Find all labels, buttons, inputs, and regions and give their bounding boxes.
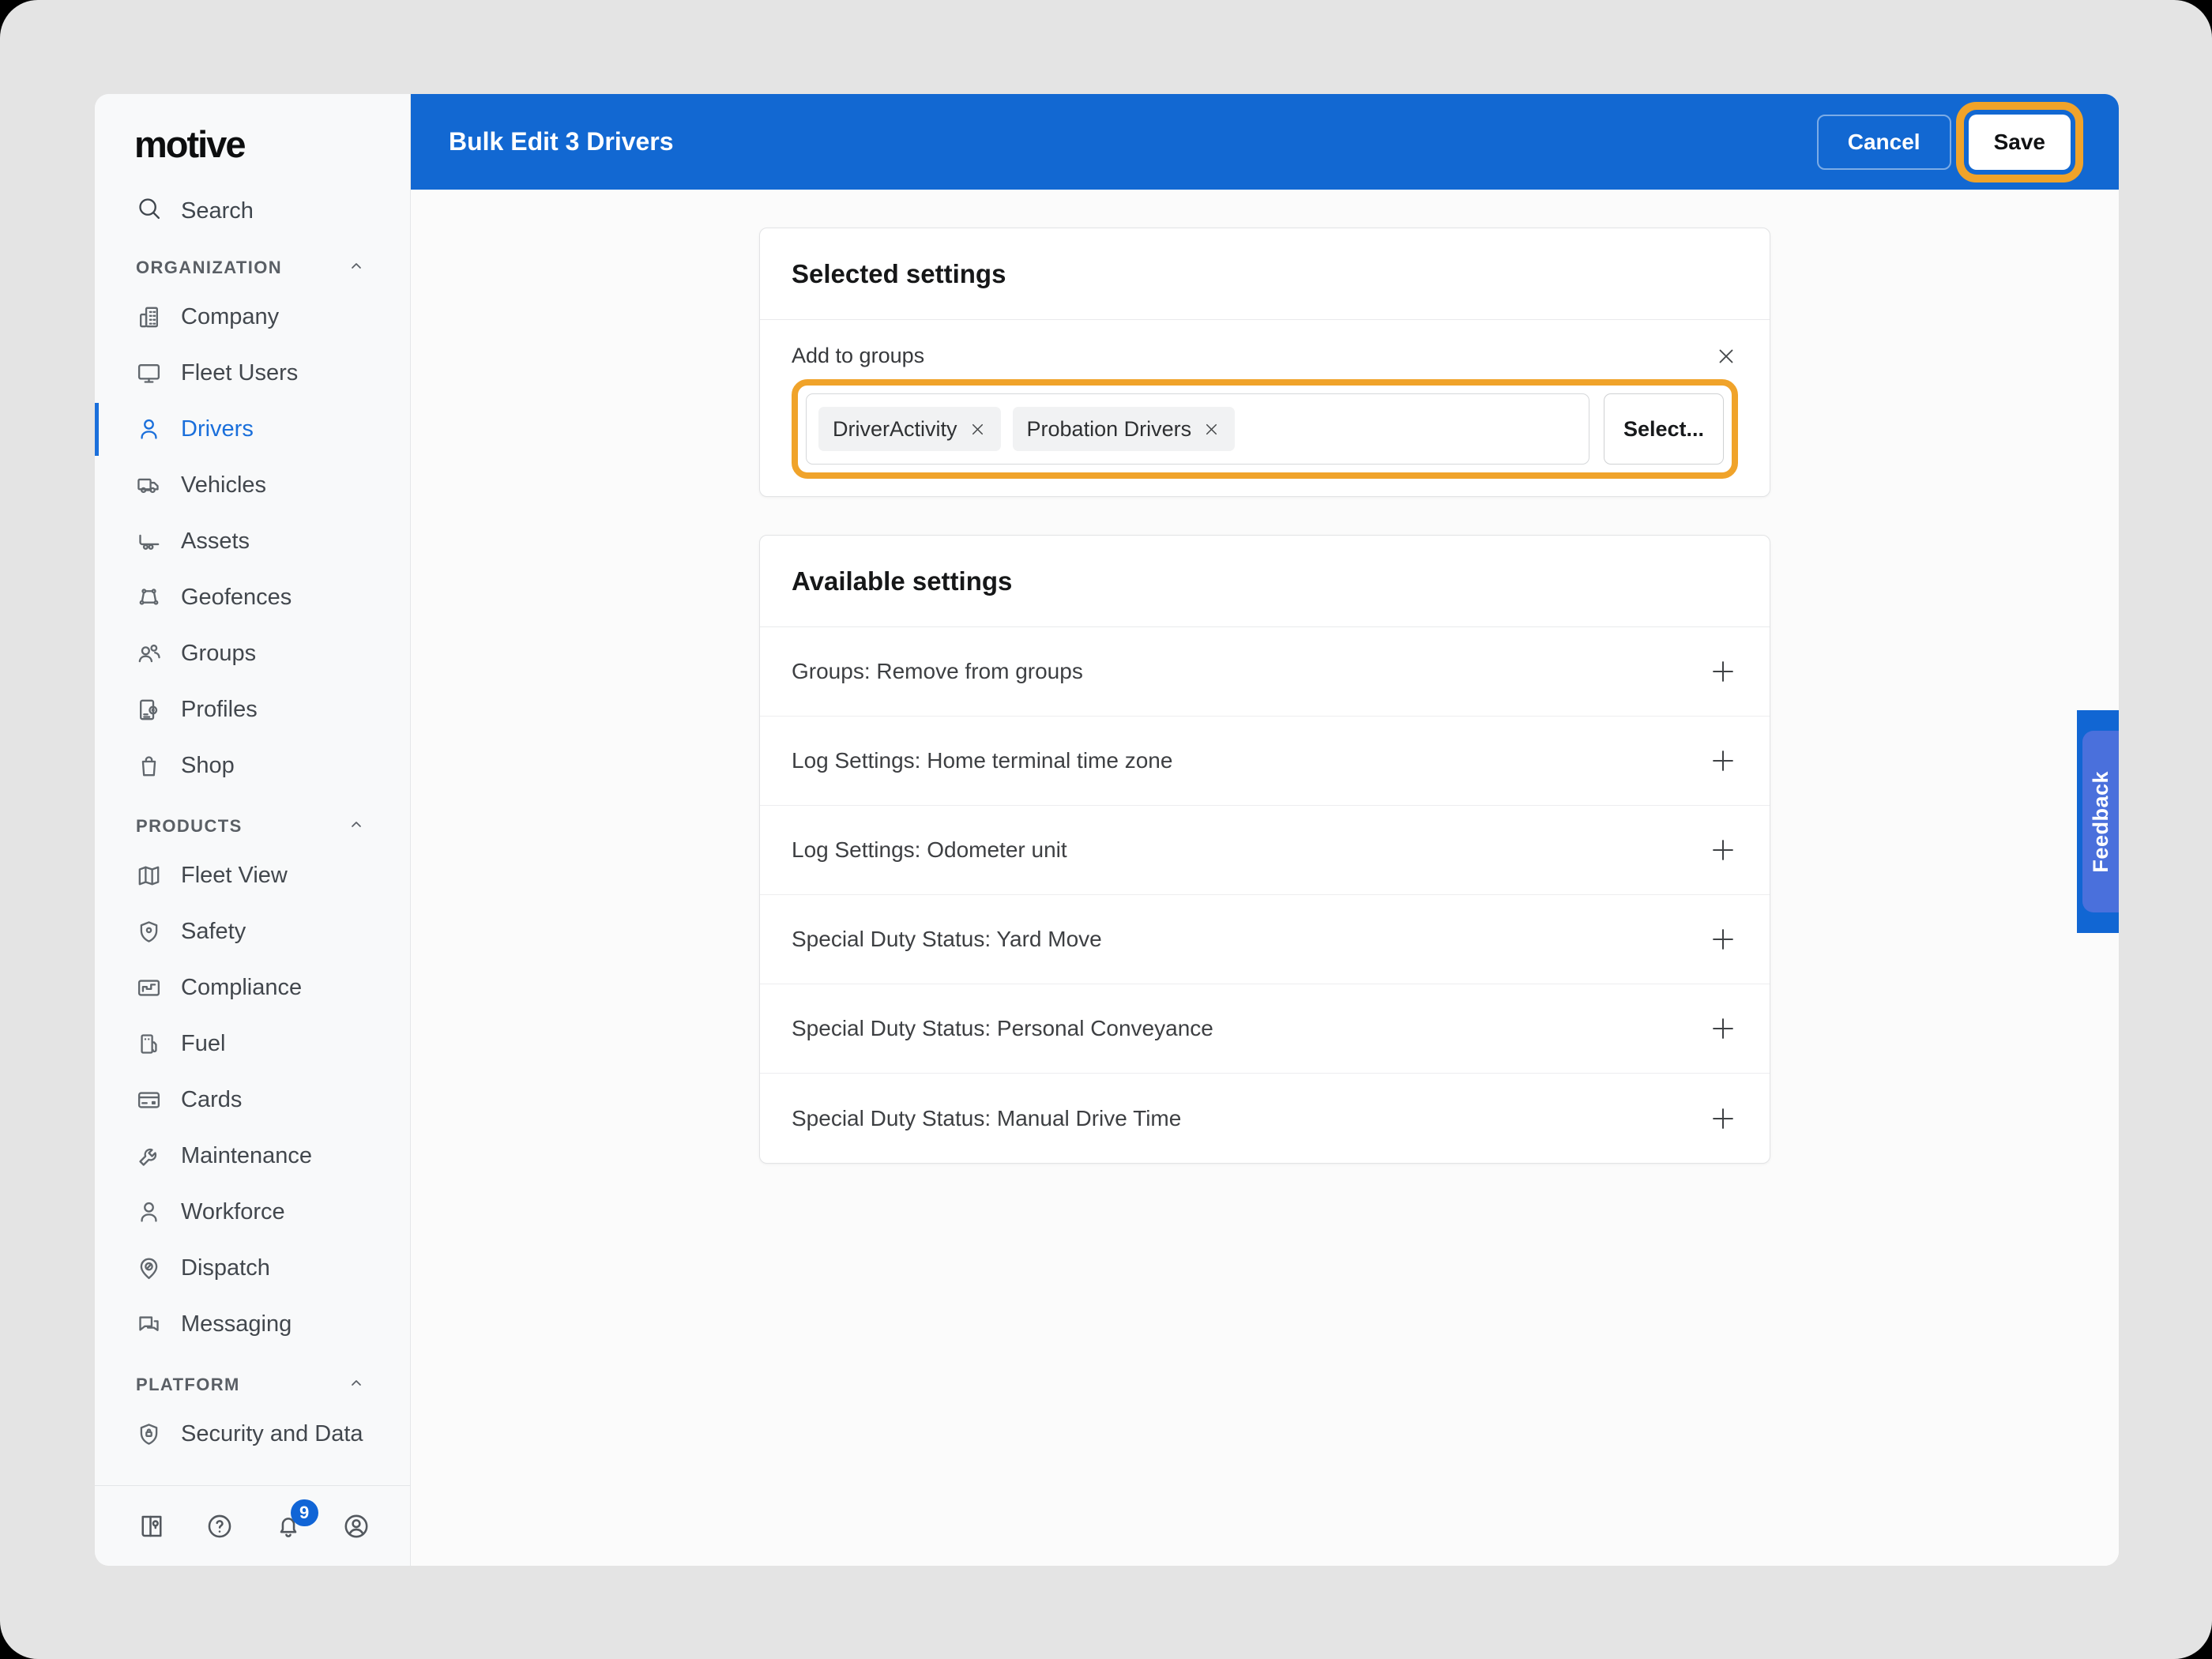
map-icon [136, 863, 162, 889]
remove-chip-icon[interactable] [969, 420, 987, 438]
sidebar-item-compliance[interactable]: Compliance [95, 960, 410, 1016]
sidebar-item-workforce[interactable]: Workforce [95, 1184, 410, 1240]
notification-count-badge: 9 [290, 1499, 318, 1526]
sidebar-item-profiles[interactable]: Profiles [95, 682, 410, 738]
sidebar-section-organization[interactable]: ORGANIZATION [95, 246, 410, 289]
shield-lock-icon [136, 1421, 162, 1447]
steps-chart-icon [136, 975, 162, 1001]
header-actions: Cancel Save [1816, 114, 2083, 170]
sidebar-item-dispatch[interactable]: Dispatch [95, 1240, 410, 1296]
sidebar-item-groups[interactable]: Groups [95, 626, 410, 682]
sidebar-item-messaging[interactable]: Messaging [95, 1296, 410, 1352]
chevron-up-icon [347, 257, 366, 280]
available-settings-title: Available settings [792, 566, 1013, 596]
groups-input[interactable]: DriverActivity Probation Drivers [806, 393, 1589, 465]
available-settings-header: Available settings [760, 536, 1770, 627]
help-icon[interactable] [205, 1512, 234, 1540]
remove-setting-icon[interactable] [1714, 344, 1738, 368]
sidebar-item-company[interactable]: Company [95, 289, 410, 345]
add-setting-button[interactable] [1708, 1014, 1738, 1044]
add-setting-button[interactable] [1708, 656, 1738, 687]
truck-icon [136, 472, 162, 498]
credit-card-icon [136, 1087, 162, 1113]
dispatch-pin-icon [136, 1255, 162, 1281]
main-content: Selected settings Add to groups DriverAc… [411, 190, 2119, 1566]
sidebar-search[interactable]: Search [95, 186, 410, 235]
notifications-bell-icon[interactable]: 9 [274, 1499, 318, 1540]
geofence-icon [136, 585, 162, 611]
available-setting-row: Special Duty Status: Personal Conveyance [760, 984, 1770, 1074]
sidebar-item-fleet-view[interactable]: Fleet View [95, 848, 410, 904]
selected-settings-title: Selected settings [792, 258, 1006, 288]
person-icon [136, 416, 162, 442]
selected-settings-card: Selected settings Add to groups DriverAc… [759, 228, 1770, 497]
sidebar-item-fleet-users[interactable]: Fleet Users [95, 345, 410, 401]
feedback-label: Feedback [2088, 770, 2112, 873]
wrench-icon [136, 1143, 162, 1169]
people-icon [136, 641, 162, 667]
page-header: Bulk Edit 3 Drivers Cancel Save [411, 94, 2119, 190]
monitor-icon [136, 360, 162, 386]
add-to-groups-setting: Add to groups DriverActivity Probation D… [760, 320, 1770, 496]
group-chip-label: Probation Drivers [1026, 416, 1192, 441]
fuel-pump-icon [136, 1031, 162, 1057]
feedback-tab[interactable]: Feedback [2077, 710, 2119, 933]
groups-highlight-ring: DriverActivity Probation Drivers Select.… [792, 379, 1738, 479]
guide-map-icon[interactable] [137, 1512, 166, 1540]
select-groups-button[interactable]: Select... [1604, 393, 1724, 465]
available-setting-row: Log Settings: Odometer unit [760, 806, 1770, 895]
add-setting-button[interactable] [1708, 835, 1738, 865]
sidebar-item-security-and-data[interactable]: Security and Data [95, 1406, 410, 1462]
feedback-tab-inner: Feedback [2082, 731, 2119, 912]
group-chip: DriverActivity [818, 407, 1001, 451]
chat-bubbles-icon [136, 1311, 162, 1337]
screenshot-background: motive Search ORGANIZATION Company Fleet… [0, 0, 2212, 1659]
sidebar-section-products[interactable]: PRODUCTS [95, 805, 410, 848]
shield-icon [136, 919, 162, 945]
available-setting-row: Groups: Remove from groups [760, 627, 1770, 717]
building-icon [136, 304, 162, 330]
sidebar: motive Search ORGANIZATION Company Fleet… [95, 94, 411, 1566]
sidebar-section-platform[interactable]: PLATFORM [95, 1364, 410, 1406]
available-setting-row: Special Duty Status: Manual Drive Time [760, 1074, 1770, 1163]
group-chip-label: DriverActivity [833, 416, 957, 441]
sidebar-item-drivers[interactable]: Drivers [95, 401, 410, 457]
chevron-up-icon [347, 815, 366, 838]
add-setting-button[interactable] [1708, 1104, 1738, 1134]
sidebar-item-safety[interactable]: Safety [95, 904, 410, 960]
trailer-icon [136, 529, 162, 555]
profile-gear-icon [136, 697, 162, 723]
sidebar-search-label: Search [181, 198, 254, 224]
sidebar-item-cards[interactable]: Cards [95, 1072, 410, 1128]
sidebar-item-fuel[interactable]: Fuel [95, 1016, 410, 1072]
shopping-bag-icon [136, 753, 162, 779]
selected-settings-header: Selected settings [760, 228, 1770, 320]
remove-chip-icon[interactable] [1202, 420, 1221, 438]
save-button[interactable]: Save [1968, 114, 2071, 170]
page-title: Bulk Edit 3 Drivers [449, 127, 674, 156]
available-setting-row: Special Duty Status: Yard Move [760, 895, 1770, 984]
available-settings-card: Available settings Groups: Remove from g… [759, 535, 1770, 1164]
app-window: motive Search ORGANIZATION Company Fleet… [95, 94, 2119, 1566]
add-setting-button[interactable] [1708, 924, 1738, 954]
cancel-button[interactable]: Cancel [1816, 114, 1951, 170]
sidebar-item-assets[interactable]: Assets [95, 514, 410, 570]
person-icon [136, 1199, 162, 1225]
sidebar-item-maintenance[interactable]: Maintenance [95, 1128, 410, 1184]
account-icon[interactable] [342, 1512, 371, 1540]
sidebar-item-shop[interactable]: Shop [95, 738, 410, 794]
motive-logo: motive [134, 123, 246, 165]
search-icon [136, 195, 162, 228]
sidebar-item-geofences[interactable]: Geofences [95, 570, 410, 626]
add-setting-button[interactable] [1708, 746, 1738, 776]
add-to-groups-label: Add to groups [792, 344, 925, 367]
chevron-up-icon [347, 1374, 366, 1397]
group-chip: Probation Drivers [1012, 407, 1236, 451]
sidebar-footer: 9 [95, 1485, 410, 1566]
sidebar-item-vehicles[interactable]: Vehicles [95, 457, 410, 514]
available-setting-row: Log Settings: Home terminal time zone [760, 717, 1770, 806]
